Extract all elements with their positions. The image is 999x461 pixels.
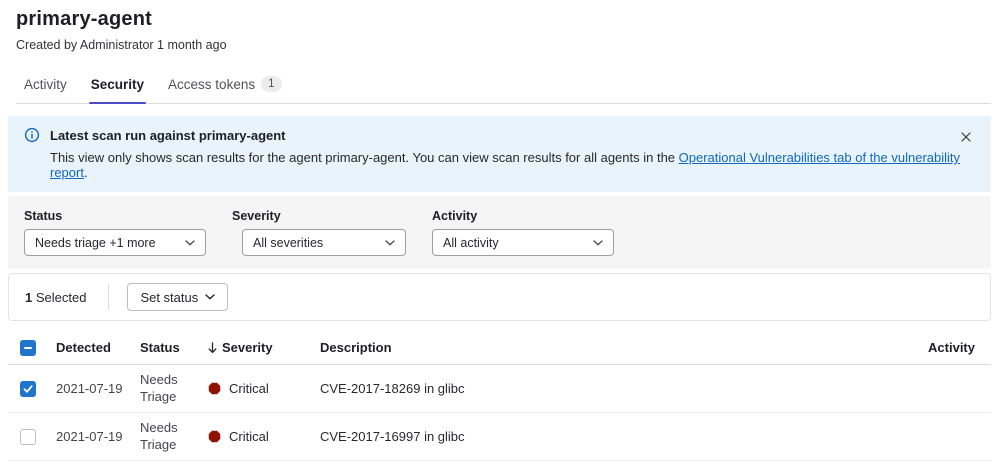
column-header-description: Description bbox=[320, 340, 895, 355]
status-filter-dropdown[interactable]: Needs triage +1 more bbox=[24, 229, 206, 256]
row-checkbox[interactable] bbox=[20, 429, 36, 445]
cell-severity: Critical bbox=[208, 381, 320, 396]
column-header-severity[interactable]: Severity bbox=[208, 340, 320, 355]
vulnerability-table: Detected Status Severity Description Act… bbox=[8, 331, 991, 461]
filter-status: Status Needs triage +1 more bbox=[24, 209, 206, 256]
table-row: 2021-07-19 Needs Triage Critical CVE-201… bbox=[8, 413, 991, 461]
filter-label: Activity bbox=[432, 209, 614, 223]
cell-status: Needs Triage bbox=[140, 372, 208, 405]
select-all-checkbox[interactable] bbox=[20, 340, 36, 356]
set-status-button[interactable]: Set status bbox=[127, 283, 228, 311]
column-header-activity: Activity bbox=[895, 340, 975, 355]
column-header-severity-label: Severity bbox=[222, 340, 273, 355]
tab-access-tokens[interactable]: Access tokens 1 bbox=[160, 68, 289, 103]
divider bbox=[108, 284, 109, 310]
severity-label: Critical bbox=[229, 429, 269, 444]
page-header: primary-agent Created by Administrator 1… bbox=[8, 6, 991, 52]
alert-title: Latest scan run against primary-agent bbox=[50, 128, 286, 143]
filter-severity: Severity All severities bbox=[232, 209, 406, 256]
tab-bar: Activity Security Access tokens 1 bbox=[16, 68, 991, 104]
column-header-detected: Detected bbox=[56, 340, 140, 355]
close-icon bbox=[960, 131, 972, 143]
filter-panel: Status Needs triage +1 more Severity All… bbox=[8, 196, 991, 269]
table-body: 2021-07-19 Needs Triage Critical CVE-201… bbox=[8, 365, 991, 461]
info-icon bbox=[24, 127, 40, 143]
row-checkbox[interactable] bbox=[20, 381, 36, 397]
page-subtitle: Created by Administrator 1 month ago bbox=[16, 38, 983, 52]
filter-activity: Activity All activity bbox=[432, 209, 614, 256]
tab-activity[interactable]: Activity bbox=[16, 69, 75, 103]
table-row: 2021-07-19 Needs Triage Critical CVE-201… bbox=[8, 365, 991, 413]
check-icon bbox=[23, 384, 33, 394]
set-status-label: Set status bbox=[140, 290, 198, 305]
alert-close-button[interactable] bbox=[955, 126, 977, 148]
cell-description: CVE-2017-16997 in glibc bbox=[320, 429, 895, 444]
filter-label: Status bbox=[24, 209, 206, 223]
page: primary-agent Created by Administrator 1… bbox=[0, 0, 999, 461]
chevron-down-icon bbox=[593, 240, 603, 246]
chevron-down-icon bbox=[205, 294, 215, 300]
indeterminate-dash-icon bbox=[23, 343, 33, 353]
cell-detected: 2021-07-19 bbox=[56, 429, 140, 444]
alert-body: This view only shows scan results for th… bbox=[50, 150, 975, 180]
selected-label: Selected bbox=[32, 290, 86, 305]
cell-description: CVE-2017-18269 in glibc bbox=[320, 381, 895, 396]
dropdown-value: All activity bbox=[443, 236, 499, 250]
selected-count-text: 1 Selected bbox=[25, 290, 86, 305]
tab-label: Activity bbox=[24, 77, 67, 92]
table-header-row: Detected Status Severity Description Act… bbox=[8, 331, 991, 365]
severity-filter-dropdown[interactable]: All severities bbox=[242, 229, 406, 256]
severity-critical-icon bbox=[208, 382, 221, 395]
activity-filter-dropdown[interactable]: All activity bbox=[432, 229, 614, 256]
tab-label: Security bbox=[91, 77, 144, 92]
severity-critical-icon bbox=[208, 430, 221, 443]
sort-descending-icon bbox=[208, 342, 217, 354]
filter-label: Severity bbox=[232, 209, 406, 223]
dropdown-value: Needs triage +1 more bbox=[35, 236, 156, 250]
chevron-down-icon bbox=[385, 240, 395, 246]
cell-status: Needs Triage bbox=[140, 420, 208, 453]
tab-label: Access tokens bbox=[168, 77, 255, 92]
severity-label: Critical bbox=[229, 381, 269, 396]
chevron-down-icon bbox=[185, 240, 195, 246]
alert-body-suffix: . bbox=[84, 165, 88, 180]
selection-toolbar: 1 Selected Set status bbox=[8, 273, 991, 321]
column-header-status: Status bbox=[140, 340, 208, 355]
scan-info-alert: Latest scan run against primary-agent Th… bbox=[8, 116, 991, 192]
cell-detected: 2021-07-19 bbox=[56, 381, 140, 396]
tab-security[interactable]: Security bbox=[83, 69, 152, 103]
alert-body-text: This view only shows scan results for th… bbox=[50, 150, 679, 165]
access-tokens-count-badge: 1 bbox=[261, 76, 281, 92]
page-title: primary-agent bbox=[16, 8, 983, 31]
cell-severity: Critical bbox=[208, 429, 320, 444]
dropdown-value: All severities bbox=[253, 236, 323, 250]
